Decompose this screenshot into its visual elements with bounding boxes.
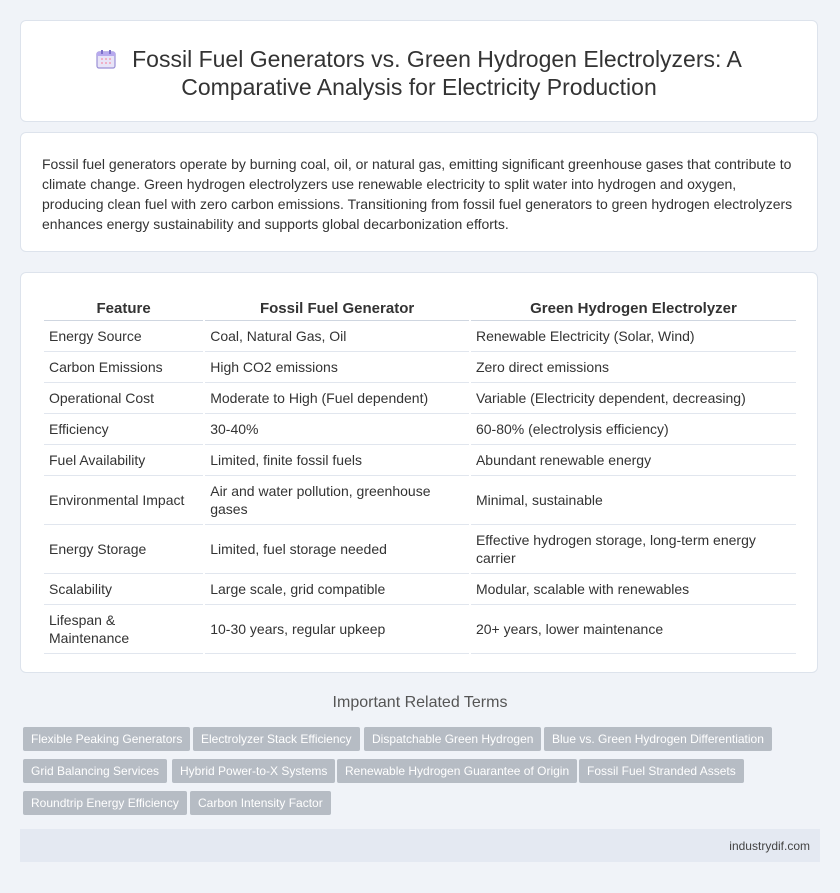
hydrogen-cell: 20+ years, lower maintenance: [470, 605, 796, 654]
related-term-tag[interactable]: Renewable Hydrogen Guarantee of Origin: [337, 759, 578, 783]
table-row: Efficiency 30-40% 60-80% (electrolysis e…: [44, 414, 796, 445]
related-term-tag[interactable]: Fossil Fuel Stranded Assets: [579, 759, 744, 783]
table-row: Fuel Availability Limited, finite fossil…: [44, 445, 796, 476]
table-row: Scalability Large scale, grid compatible…: [44, 574, 796, 605]
table-row: Lifespan & Maintenance 10-30 years, regu…: [44, 605, 796, 654]
fossil-cell: Moderate to High (Fuel dependent): [205, 383, 469, 414]
feature-cell: Environmental Impact: [44, 476, 204, 525]
feature-cell: Efficiency: [44, 414, 204, 445]
comparison-card: Feature Fossil Fuel Generator Green Hydr…: [20, 272, 818, 673]
feature-cell: Operational Cost: [44, 383, 204, 414]
table-header-row: Feature Fossil Fuel Generator Green Hydr…: [44, 294, 796, 321]
calendar-icon: [96, 50, 116, 69]
hydrogen-cell: Effective hydrogen storage, long-term en…: [470, 525, 796, 574]
fossil-cell: High CO2 emissions: [205, 352, 469, 383]
hydrogen-cell: Minimal, sustainable: [470, 476, 796, 525]
related-term-tag[interactable]: Blue vs. Green Hydrogen Differentiation: [544, 727, 772, 751]
footer-site-link[interactable]: industrydif.com: [729, 839, 810, 853]
table-row: Operational Cost Moderate to High (Fuel …: [44, 383, 796, 414]
intro-card: Fossil fuel generators operate by burnin…: [20, 132, 818, 252]
table-row: Energy Storage Limited, fuel storage nee…: [44, 525, 796, 574]
header-green-hydrogen-electrolyzer: Green Hydrogen Electrolyzer: [470, 294, 796, 321]
header-feature: Feature: [44, 294, 204, 321]
feature-cell: Carbon Emissions: [44, 352, 204, 383]
related-term-tag[interactable]: Roundtrip Energy Efficiency: [23, 791, 187, 815]
fossil-cell: Large scale, grid compatible: [205, 574, 469, 605]
related-terms-title: Important Related Terms: [332, 694, 508, 711]
related-term-tag[interactable]: Flexible Peaking Generators: [23, 727, 191, 751]
hydrogen-cell: Variable (Electricity dependent, decreas…: [470, 383, 796, 414]
footer: industrydif.com: [20, 829, 820, 862]
title-card: Fossil Fuel Generators vs. Green Hydroge…: [20, 20, 818, 122]
feature-cell: Energy Source: [44, 321, 204, 352]
fossil-cell: 30-40%: [205, 414, 469, 445]
related-term-tag[interactable]: Grid Balancing Services: [23, 759, 168, 783]
intro-text: Fossil fuel generators operate by burnin…: [42, 156, 793, 232]
title-line-1: Fossil Fuel Generators vs. Green Hydroge…: [132, 46, 742, 72]
feature-cell: Lifespan & Maintenance: [44, 605, 204, 654]
table-row: Carbon Emissions High CO2 emissions Zero…: [44, 352, 796, 383]
hydrogen-cell: 60-80% (electrolysis efficiency): [470, 414, 796, 445]
related-term-tag[interactable]: Carbon Intensity Factor: [190, 791, 331, 815]
fossil-cell: Limited, finite fossil fuels: [205, 445, 469, 476]
related-term-tag[interactable]: Electrolyzer Stack Efficiency: [193, 727, 360, 751]
feature-cell: Energy Storage: [44, 525, 204, 574]
feature-cell: Scalability: [44, 574, 204, 605]
related-term-tag[interactable]: Hybrid Power-to-X Systems: [172, 759, 336, 783]
hydrogen-cell: Zero direct emissions: [470, 352, 796, 383]
fossil-cell: Air and water pollution, greenhouse gase…: [205, 476, 469, 525]
table-row: Environmental Impact Air and water pollu…: [44, 476, 796, 525]
related-term-tag[interactable]: Dispatchable Green Hydrogen: [364, 727, 542, 751]
hydrogen-cell: Modular, scalable with renewables: [470, 574, 796, 605]
fossil-cell: 10-30 years, regular upkeep: [205, 605, 469, 654]
fossil-cell: Limited, fuel storage needed: [205, 525, 469, 574]
table-row: Energy Source Coal, Natural Gas, Oil Ren…: [44, 321, 796, 352]
page-title: Fossil Fuel Generators vs. Green Hydroge…: [21, 45, 817, 101]
header-fossil-fuel-generator: Fossil Fuel Generator: [205, 294, 469, 321]
feature-cell: Fuel Availability: [44, 445, 204, 476]
fossil-cell: Coal, Natural Gas, Oil: [205, 321, 469, 352]
comparison-table: Feature Fossil Fuel Generator Green Hydr…: [42, 294, 798, 654]
title-line-2: Comparative Analysis for Electricity Pro…: [181, 74, 657, 100]
hydrogen-cell: Abundant renewable energy: [470, 445, 796, 476]
hydrogen-cell: Renewable Electricity (Solar, Wind): [470, 321, 796, 352]
